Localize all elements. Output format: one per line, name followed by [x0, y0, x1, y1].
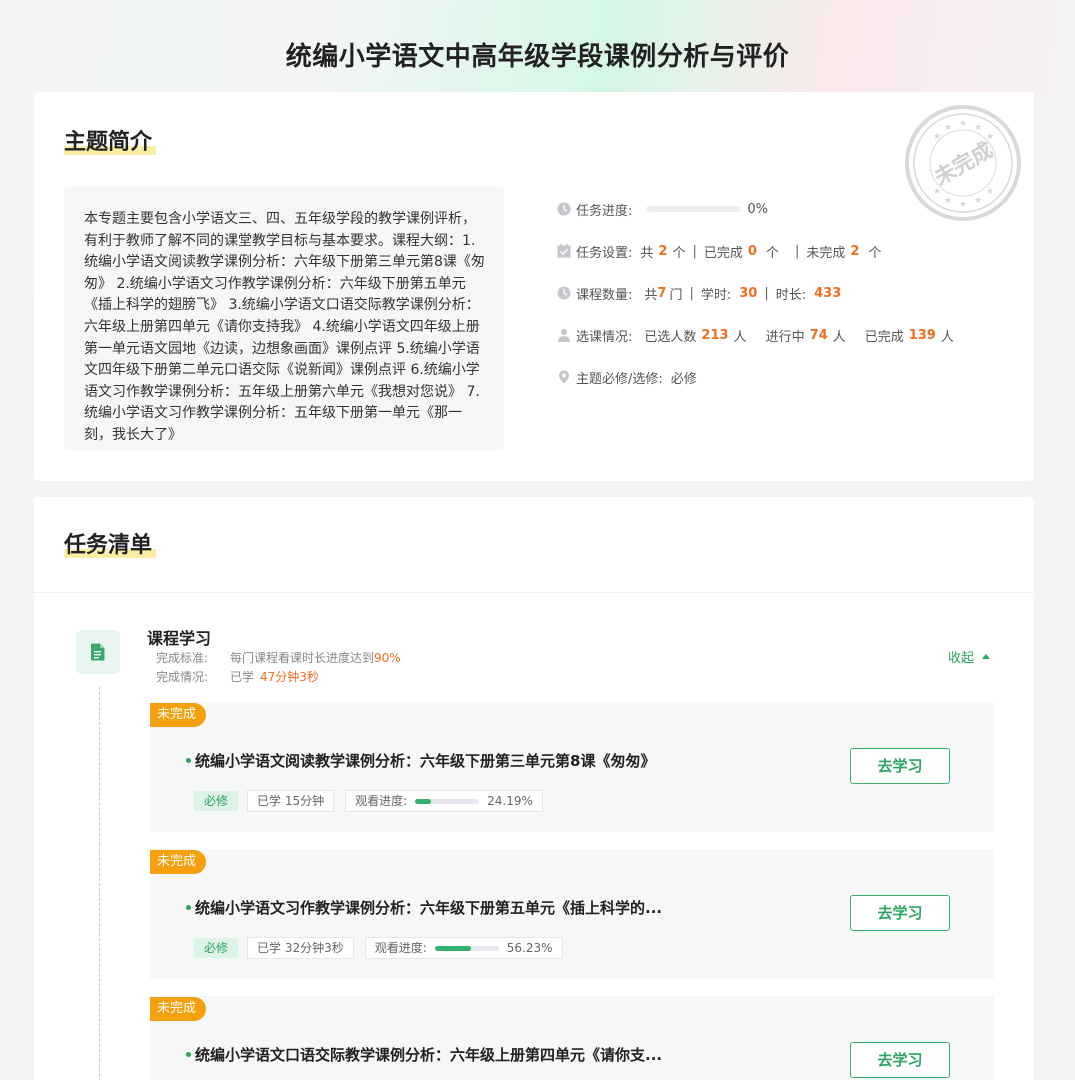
watch-progress: 观看进度: 56.23% — [364, 937, 563, 959]
intro-heading: 主题简介 — [64, 124, 157, 156]
status-tag: 未完成 — [150, 997, 207, 1021]
task-item: 未完成 统编小学语文阅读教学课例分析：六年级下册第三单元第8课《匆匆》 必修 已… — [150, 702, 994, 832]
divider — [34, 592, 1034, 593]
clock-icon — [557, 286, 571, 300]
timeline-line — [99, 687, 100, 1080]
task-chips: 必修 已学 15分钟 观看进度: 24.19% — [194, 790, 554, 812]
task-chips: 必修 已学 32分钟3秒 观看进度: 56.23% — [194, 937, 574, 959]
tasks-heading: 任务清单 — [64, 527, 157, 559]
go-study-button[interactable]: 去学习 — [850, 1042, 950, 1078]
intro-card: 主题简介 本专题主要包含小学语文三、四、五年级学段的教学课例评析，有利于教师了解… — [34, 92, 1034, 481]
caret-up-icon — [982, 654, 991, 659]
calendar-check-icon — [557, 244, 571, 258]
svg-text:★: ★ — [986, 187, 994, 197]
clock-icon — [557, 202, 571, 216]
group-status: 完成情况: 已学 47分钟3秒 — [156, 670, 319, 684]
watch-progress-fill — [415, 798, 431, 804]
status-tag: 未完成 — [150, 850, 207, 874]
intro-description[interactable]: 本专题主要包含小学语文三、四、五年级学段的教学课例评析，有利于教师了解不同的课堂… — [64, 187, 504, 450]
document-icon — [76, 630, 120, 674]
task-title[interactable]: 统编小学语文口语交际教学课例分析：六年级上册第四单元《请你支... — [186, 1044, 662, 1065]
collapse-button[interactable]: 收起 — [948, 647, 991, 666]
watch-progress-fill — [434, 945, 471, 951]
svg-text:★: ★ — [944, 123, 952, 133]
bullet-dot-icon — [186, 1052, 191, 1057]
bullet-dot-icon — [186, 905, 191, 910]
stamp-text: 未完成 — [930, 138, 997, 190]
status-stamp: ★ ★ ★ ★ ★ ★ ★ ★ ★ ★ 未完成 — [904, 104, 1022, 222]
task-progress-bar — [646, 206, 742, 212]
svg-text:★: ★ — [959, 200, 967, 210]
info-task-settings: 任务设置: 共 2 个 | 已完成 0 个 | 未完成 2 个 — [557, 230, 1017, 272]
svg-text:★: ★ — [933, 187, 941, 197]
task-title[interactable]: 统编小学语文习作教学课例分析：六年级下册第五单元《插上科学的... — [186, 897, 662, 918]
info-enrollment: 选课情况: 已选人数 213 人 进行中 74 人 已完成 139 人 — [557, 314, 1017, 356]
svg-text:★: ★ — [974, 123, 982, 133]
location-pin-icon — [557, 370, 571, 384]
info-required: 主题必修/选修: 必修 — [557, 356, 1017, 398]
go-study-button[interactable]: 去学习 — [850, 895, 950, 931]
go-study-button[interactable]: 去学习 — [850, 748, 950, 784]
svg-text:★: ★ — [974, 196, 982, 206]
svg-text:★: ★ — [933, 132, 941, 142]
task-item: 未完成 统编小学语文习作教学课例分析：六年级下册第五单元《插上科学的... 必修… — [150, 849, 994, 979]
svg-text:★: ★ — [959, 119, 967, 129]
info-course-count: 课程数量: 共 7 门 | 学时: 30 | 时长: 433 — [557, 272, 1017, 314]
svg-text:★: ★ — [944, 196, 952, 206]
user-icon — [557, 328, 571, 342]
status-tag: 未完成 — [150, 703, 207, 727]
tasks-card: 任务清单 课程学习 完成标准: 每门课程看课时长进度达到90% 完成情况: 已学 47… — [34, 497, 1034, 1080]
task-item: 未完成 统编小学语文口语交际教学课例分析：六年级上册第四单元《请你支... 去学… — [150, 996, 994, 1080]
required-badge: 必修 — [194, 791, 239, 811]
watch-progress: 观看进度: 24.19% — [345, 790, 543, 812]
group-criteria: 完成标准: 每门课程看课时长进度达到90% — [156, 651, 401, 665]
watch-progress-bar — [434, 945, 499, 951]
required-badge: 必修 — [194, 938, 239, 958]
page-title: 统编小学语文中高年级学段课例分析与评价 — [285, 42, 790, 72]
task-title[interactable]: 统编小学语文阅读教学课例分析：六年级下册第三单元第8课《匆匆》 — [186, 750, 655, 771]
group-title: 课程学习 — [147, 629, 212, 648]
svg-text:★: ★ — [986, 132, 994, 142]
watch-progress-bar — [415, 798, 480, 804]
bullet-dot-icon — [186, 758, 191, 763]
studied-time: 已学 15分钟 — [247, 790, 335, 812]
task-progress-text: 0% — [747, 201, 769, 217]
studied-time: 已学 32分钟3秒 — [247, 937, 354, 959]
